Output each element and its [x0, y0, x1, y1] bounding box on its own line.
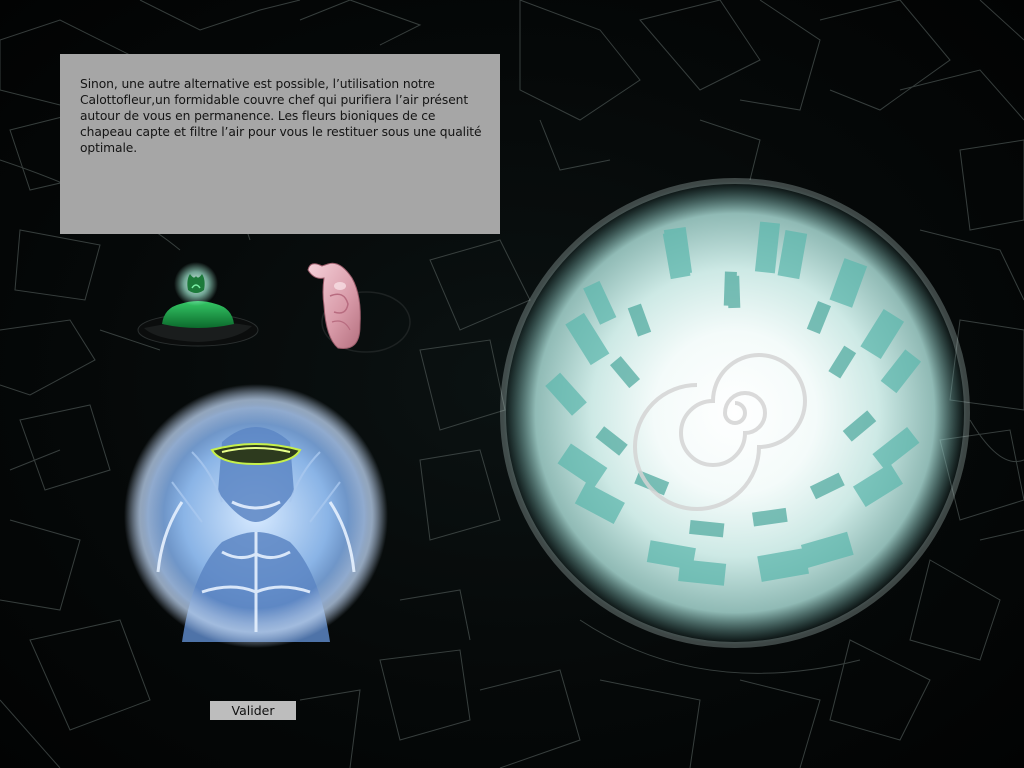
game-scene: Sinon, une autre alternative est possibl… — [0, 0, 1024, 768]
green-flower-hat-icon — [137, 262, 259, 347]
pink-glove-icon — [307, 262, 411, 353]
dialog-text: Sinon, une autre alternative est possibl… — [80, 77, 482, 155]
avatar-preview — [124, 384, 388, 648]
flower-hat-item[interactable] — [136, 262, 260, 354]
portal-vortex — [500, 178, 970, 648]
pink-glove-item[interactable] — [300, 256, 412, 356]
dialog-box: Sinon, une autre alternative est possibl… — [60, 54, 500, 234]
validate-button[interactable]: Valider — [210, 701, 296, 720]
